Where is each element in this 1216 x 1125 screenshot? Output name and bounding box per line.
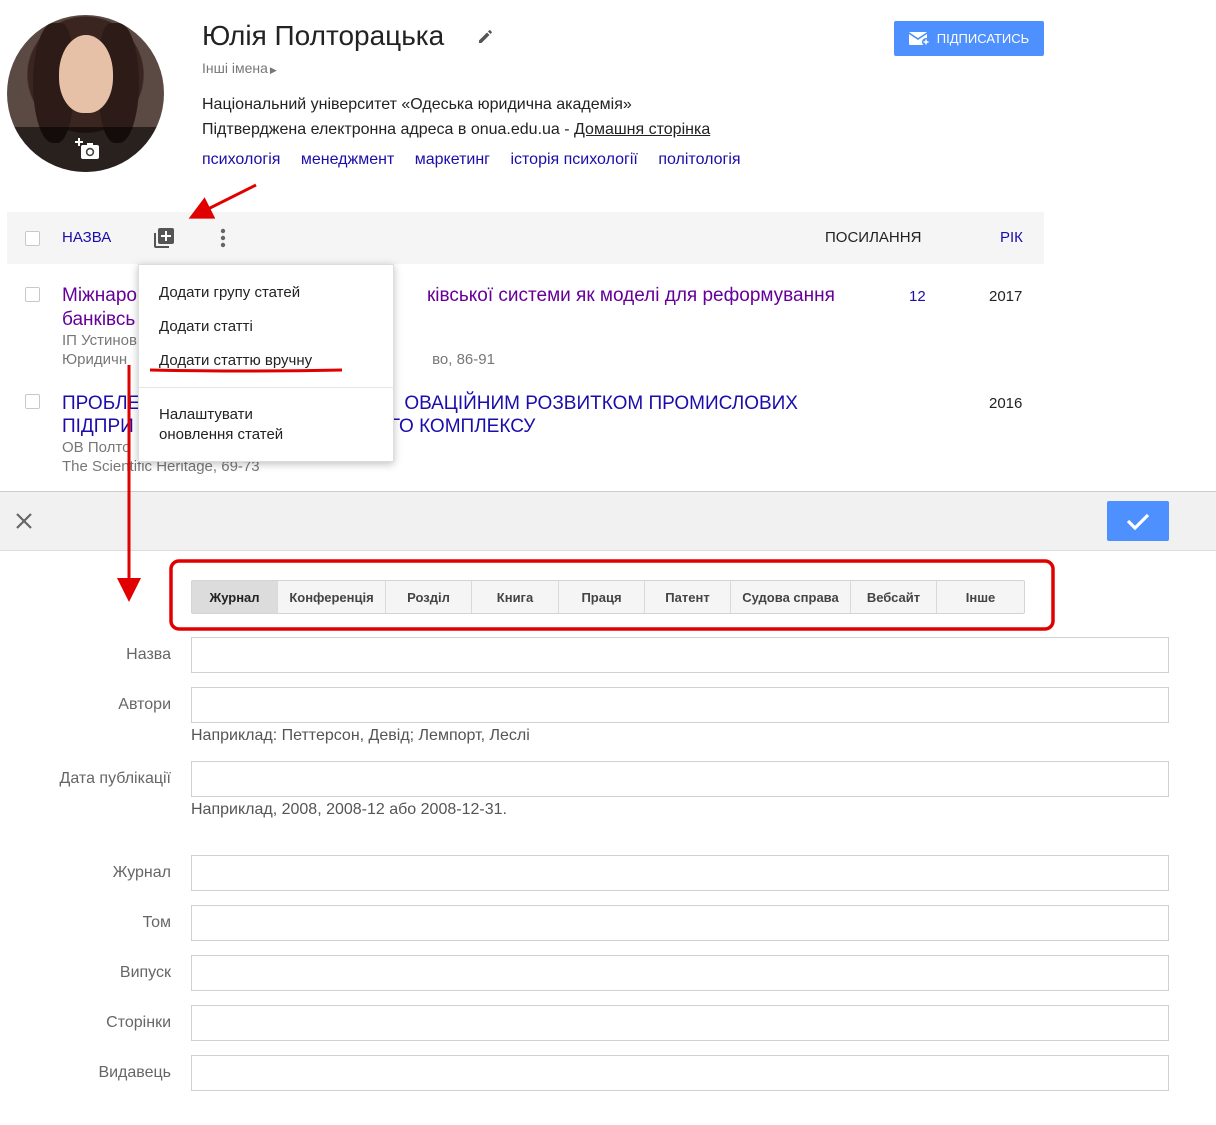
close-icon[interactable] [12, 509, 36, 533]
add-photo-icon[interactable] [71, 137, 101, 161]
tag-link[interactable]: маркетинг [415, 151, 490, 168]
affiliation: Національний університет «Одеська юридич… [202, 96, 632, 113]
authors-hint: Наприклад: Петтерсон, Девід; Лемпорт, Ле… [191, 727, 530, 744]
authors-field[interactable] [191, 687, 1169, 723]
check-icon [1126, 513, 1150, 531]
publisher-label: Видавець [98, 1064, 171, 1081]
other-names-toggle[interactable]: Інші імена ▶ [202, 60, 277, 76]
articles-table-header: НАЗВА ПОСИЛАННЯ РІК [7, 212, 1044, 264]
follow-label: ПІДПИСАТИСЬ [936, 31, 1030, 46]
menu-add-articles[interactable]: Додати статті [159, 317, 253, 337]
verified-email: Підтверджена електронна адреса в onua.ed… [202, 121, 710, 139]
tab-other[interactable]: Інше [937, 581, 1024, 613]
publication-date-label: Дата публікації [59, 770, 171, 787]
tab-website[interactable]: Вебсайт [851, 581, 937, 613]
avatar-face [59, 35, 113, 113]
add-articles-menu: Додати групу статей Додати статті Додати… [138, 264, 395, 462]
title-field[interactable] [191, 637, 1169, 673]
volume-label: Том [142, 914, 171, 931]
date-hint: Наприклад, 2008, 2008-12 або 2008-12-31. [191, 801, 507, 818]
profile-name: Юлія Полторацька [202, 20, 445, 51]
authors-label: Автори [118, 696, 171, 713]
caret-right-icon: ▶ [269, 65, 277, 75]
publication-type-tabs: Журнал Конференція Розділ Книга Праця Па… [191, 580, 1025, 614]
save-button[interactable] [1107, 501, 1169, 541]
pages-label: Сторінки [106, 1014, 171, 1031]
article-authors: ОВ Полто [62, 439, 131, 456]
issue-field[interactable] [191, 955, 1169, 991]
tag-link[interactable]: політологія [658, 151, 740, 168]
issue-label: Випуск [119, 964, 171, 981]
tab-court-case[interactable]: Судова справа [731, 581, 851, 613]
tab-journal[interactable]: Журнал [192, 581, 278, 613]
title-label: Назва [126, 646, 171, 663]
article-title-link-continued[interactable]: банківсь [62, 308, 135, 332]
journal-field[interactable] [191, 855, 1169, 891]
menu-add-article-group[interactable]: Додати групу статей [159, 283, 300, 303]
profile-avatar[interactable] [7, 15, 164, 172]
edit-pencil-icon[interactable] [476, 26, 496, 46]
homepage-link[interactable]: Домашня сторінка [574, 121, 710, 138]
interest-tags: психологія менеджмент маркетинг історія … [202, 151, 757, 169]
tab-book[interactable]: Книга [472, 581, 559, 613]
pages-field[interactable] [191, 1005, 1169, 1041]
journal-label: Журнал [112, 864, 171, 881]
more-vert-icon[interactable] [213, 226, 233, 250]
citation-count-link[interactable]: 12 [909, 288, 926, 305]
menu-add-article-manually[interactable]: Додати статтю вручну [159, 351, 312, 371]
article-authors: ІП Устинов [62, 332, 137, 349]
sort-by-year[interactable]: РІК [1000, 229, 1023, 246]
envelope-plus-icon [908, 32, 930, 46]
volume-field[interactable] [191, 905, 1169, 941]
tag-link[interactable]: історія психології [510, 151, 637, 168]
menu-configure-updates[interactable]: Налаштувати оновлення статей [159, 405, 283, 445]
citations-column-header: ПОСИЛАННЯ [825, 229, 922, 246]
follow-button[interactable]: ПІДПИСАТИСЬ [894, 21, 1044, 56]
other-names-label: Інші імена [202, 60, 268, 76]
tag-link[interactable]: менеджмент [301, 151, 394, 168]
menu-divider [139, 387, 395, 388]
tag-link[interactable]: психологія [202, 151, 280, 168]
publisher-field[interactable] [191, 1055, 1169, 1091]
tab-thesis[interactable]: Праця [559, 581, 645, 613]
form-toolbar [0, 491, 1216, 551]
article-year: 2016 [989, 395, 1023, 412]
add-article-icon[interactable] [152, 226, 176, 250]
publication-date-field[interactable] [191, 761, 1169, 797]
tab-chapter[interactable]: Розділ [386, 581, 472, 613]
row-checkbox[interactable] [25, 287, 40, 302]
tab-patent[interactable]: Патент [645, 581, 731, 613]
sort-by-title[interactable]: НАЗВА [62, 229, 111, 246]
row-checkbox[interactable] [25, 394, 40, 409]
select-all-checkbox[interactable] [25, 231, 40, 246]
article-year: 2017 [989, 288, 1023, 305]
tab-conference[interactable]: Конференція [278, 581, 386, 613]
email-text: Підтверджена електронна адреса в onua.ed… [202, 121, 570, 138]
